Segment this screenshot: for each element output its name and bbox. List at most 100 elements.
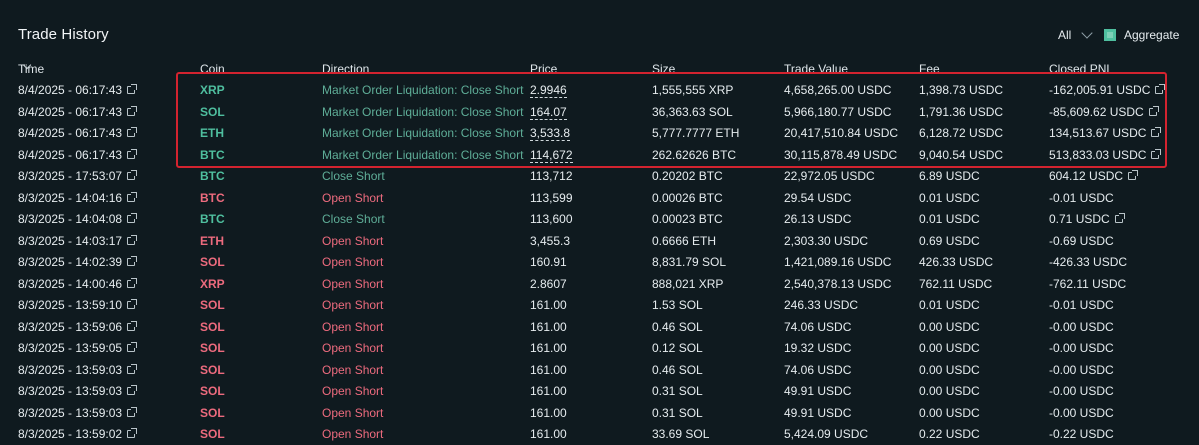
time-cell[interactable]: 8/3/2025 - 13:59:03: [18, 363, 138, 377]
table-row: 8/3/2025 - 17:53:07 BTC Close Short 113,712…: [0, 166, 1199, 187]
filter-dropdown[interactable]: All: [1058, 27, 1094, 42]
external-link-icon[interactable]: [127, 256, 138, 266]
external-link-icon[interactable]: [127, 363, 138, 374]
trade-value-cell: 4,658,265.00 USDC: [784, 83, 892, 97]
external-link-icon[interactable]: [127, 148, 138, 159]
coin-cell[interactable]: SOL: [200, 341, 225, 355]
time-cell[interactable]: 8/3/2025 - 14:00:46: [18, 277, 138, 291]
external-link-icon[interactable]: [127, 385, 138, 395]
time-cell[interactable]: 8/3/2025 - 13:59:10: [18, 298, 138, 312]
closed-pnl-cell: -0.01 USDC: [1049, 191, 1114, 205]
external-link-icon[interactable]: [127, 84, 138, 94]
price-cell: 3,533.8: [530, 126, 571, 141]
direction-cell: Open Short: [322, 276, 384, 291]
external-link-icon[interactable]: [1155, 84, 1166, 94]
coin-cell[interactable]: SOL: [200, 105, 225, 119]
coin-cell[interactable]: XRP: [200, 277, 225, 291]
price-cell: 161.00: [530, 427, 567, 441]
column-header-fee: Fee: [919, 62, 940, 76]
closed-pnl-value: -0.22 USDC: [1049, 427, 1114, 441]
coin-cell[interactable]: XRP: [200, 83, 225, 97]
external-link-icon[interactable]: [127, 170, 138, 180]
fee-cell: 9,040.54 USDC: [919, 147, 1004, 162]
aggregate-toggle[interactable]: Aggregate: [1104, 28, 1179, 42]
time-cell[interactable]: 8/4/2025 - 06:17:43: [18, 126, 138, 140]
direction-cell: Open Short: [322, 190, 384, 205]
closed-pnl-cell: -426.33 USDC: [1049, 255, 1127, 269]
external-link-icon[interactable]: [127, 191, 138, 202]
coin-cell[interactable]: SOL: [200, 363, 225, 377]
coin-cell[interactable]: SOL: [200, 255, 225, 269]
external-link-icon[interactable]: [127, 105, 138, 116]
coin-cell[interactable]: SOL: [200, 298, 225, 312]
coin-cell[interactable]: BTC: [200, 191, 225, 205]
direction-cell: Open Short: [322, 384, 384, 398]
price-cell: 2.9946: [530, 83, 567, 98]
closed-pnl-value: 134,513.67 USDC: [1049, 126, 1147, 140]
trade-value-cell: 22,972.05 USDC: [784, 169, 875, 183]
time-cell[interactable]: 8/3/2025 - 14:02:39: [18, 255, 138, 269]
time-cell[interactable]: 8/4/2025 - 06:17:43: [18, 105, 138, 119]
fee-cell: 0.00 USDC: [919, 362, 980, 377]
closed-pnl-cell: -0.00 USDC: [1049, 320, 1114, 334]
external-link-icon[interactable]: [127, 213, 138, 223]
external-link-icon[interactable]: [1151, 127, 1162, 137]
coin-cell[interactable]: ETH: [200, 126, 224, 140]
coin-cell[interactable]: BTC: [200, 169, 225, 183]
direction-cell: Open Short: [322, 427, 384, 441]
aggregate-label: Aggregate: [1124, 28, 1180, 42]
time-cell[interactable]: 8/3/2025 - 13:59:06: [18, 319, 138, 334]
time-cell[interactable]: 8/3/2025 - 13:59:03: [18, 406, 138, 420]
price-cell: 161.00: [530, 405, 567, 420]
aggregate-checkbox[interactable]: [1104, 29, 1116, 41]
price-cell: 161.00: [530, 298, 567, 312]
time-value: 8/4/2025 - 06:17:43: [18, 83, 123, 97]
coin-cell[interactable]: BTC: [200, 148, 225, 162]
price-cell: 161.00: [530, 384, 567, 398]
time-cell[interactable]: 8/3/2025 - 14:04:16: [18, 191, 138, 205]
external-link-icon[interactable]: [127, 342, 138, 352]
size-cell: 36,363.63 SOL: [652, 104, 733, 119]
fee-cell: 0.01 USDC: [919, 190, 980, 205]
trade-value-cell: 49.91 USDC: [784, 384, 852, 398]
external-link-icon[interactable]: [127, 428, 138, 438]
coin-cell[interactable]: SOL: [200, 384, 225, 398]
external-link-icon[interactable]: [1114, 213, 1125, 223]
fee-cell: 0.00 USDC: [919, 384, 980, 398]
external-link-icon[interactable]: [127, 406, 138, 417]
time-cell[interactable]: 8/3/2025 - 14:04:08: [18, 212, 138, 226]
column-header-closed-pnl: Closed PNL: [1049, 62, 1114, 76]
time-cell[interactable]: 8/3/2025 - 13:59:05: [18, 341, 138, 355]
time-cell[interactable]: 8/4/2025 - 06:17:43: [18, 147, 138, 162]
price-cell: 164.07: [530, 104, 567, 120]
time-cell[interactable]: 8/3/2025 - 13:59:03: [18, 384, 138, 398]
coin-cell[interactable]: BTC: [200, 212, 225, 226]
size-cell: 0.00023 BTC: [652, 212, 723, 226]
fee-cell: 0.69 USDC: [919, 233, 980, 248]
external-link-icon[interactable]: [127, 299, 138, 309]
fee-cell: 0.01 USDC: [919, 298, 980, 312]
time-value: 8/3/2025 - 13:59:06: [18, 319, 123, 334]
coin-cell[interactable]: SOL: [200, 320, 225, 334]
chevron-down-icon: [1081, 27, 1094, 39]
external-link-icon[interactable]: [127, 234, 138, 245]
coin-cell[interactable]: SOL: [200, 427, 225, 441]
trade-value-cell: 246.33 USDC: [784, 298, 859, 312]
closed-pnl-cell: -0.22 USDC: [1049, 427, 1114, 441]
time-value: 8/4/2025 - 06:17:43: [18, 147, 123, 162]
external-link-icon[interactable]: [127, 277, 138, 288]
coin-cell[interactable]: ETH: [200, 234, 224, 248]
table-row: 8/3/2025 - 13:59:03 SOL Open Short 161.00 0.…: [0, 360, 1199, 381]
external-link-icon[interactable]: [1128, 170, 1139, 180]
external-link-icon[interactable]: [1151, 148, 1162, 159]
time-cell[interactable]: 8/4/2025 - 06:17:43: [18, 83, 138, 97]
time-cell[interactable]: 8/3/2025 - 14:03:17: [18, 234, 138, 248]
coin-cell[interactable]: SOL: [200, 406, 225, 420]
trade-history-panel: Trade History All Aggregate Time Coin Di…: [0, 0, 1199, 441]
time-cell[interactable]: 8/3/2025 - 13:59:02: [18, 427, 138, 441]
time-cell[interactable]: 8/3/2025 - 17:53:07: [18, 169, 138, 183]
external-link-icon[interactable]: [1148, 105, 1159, 116]
external-link-icon[interactable]: [127, 320, 138, 331]
closed-pnl-cell: -762.11 USDC: [1049, 277, 1126, 291]
external-link-icon[interactable]: [127, 127, 138, 137]
